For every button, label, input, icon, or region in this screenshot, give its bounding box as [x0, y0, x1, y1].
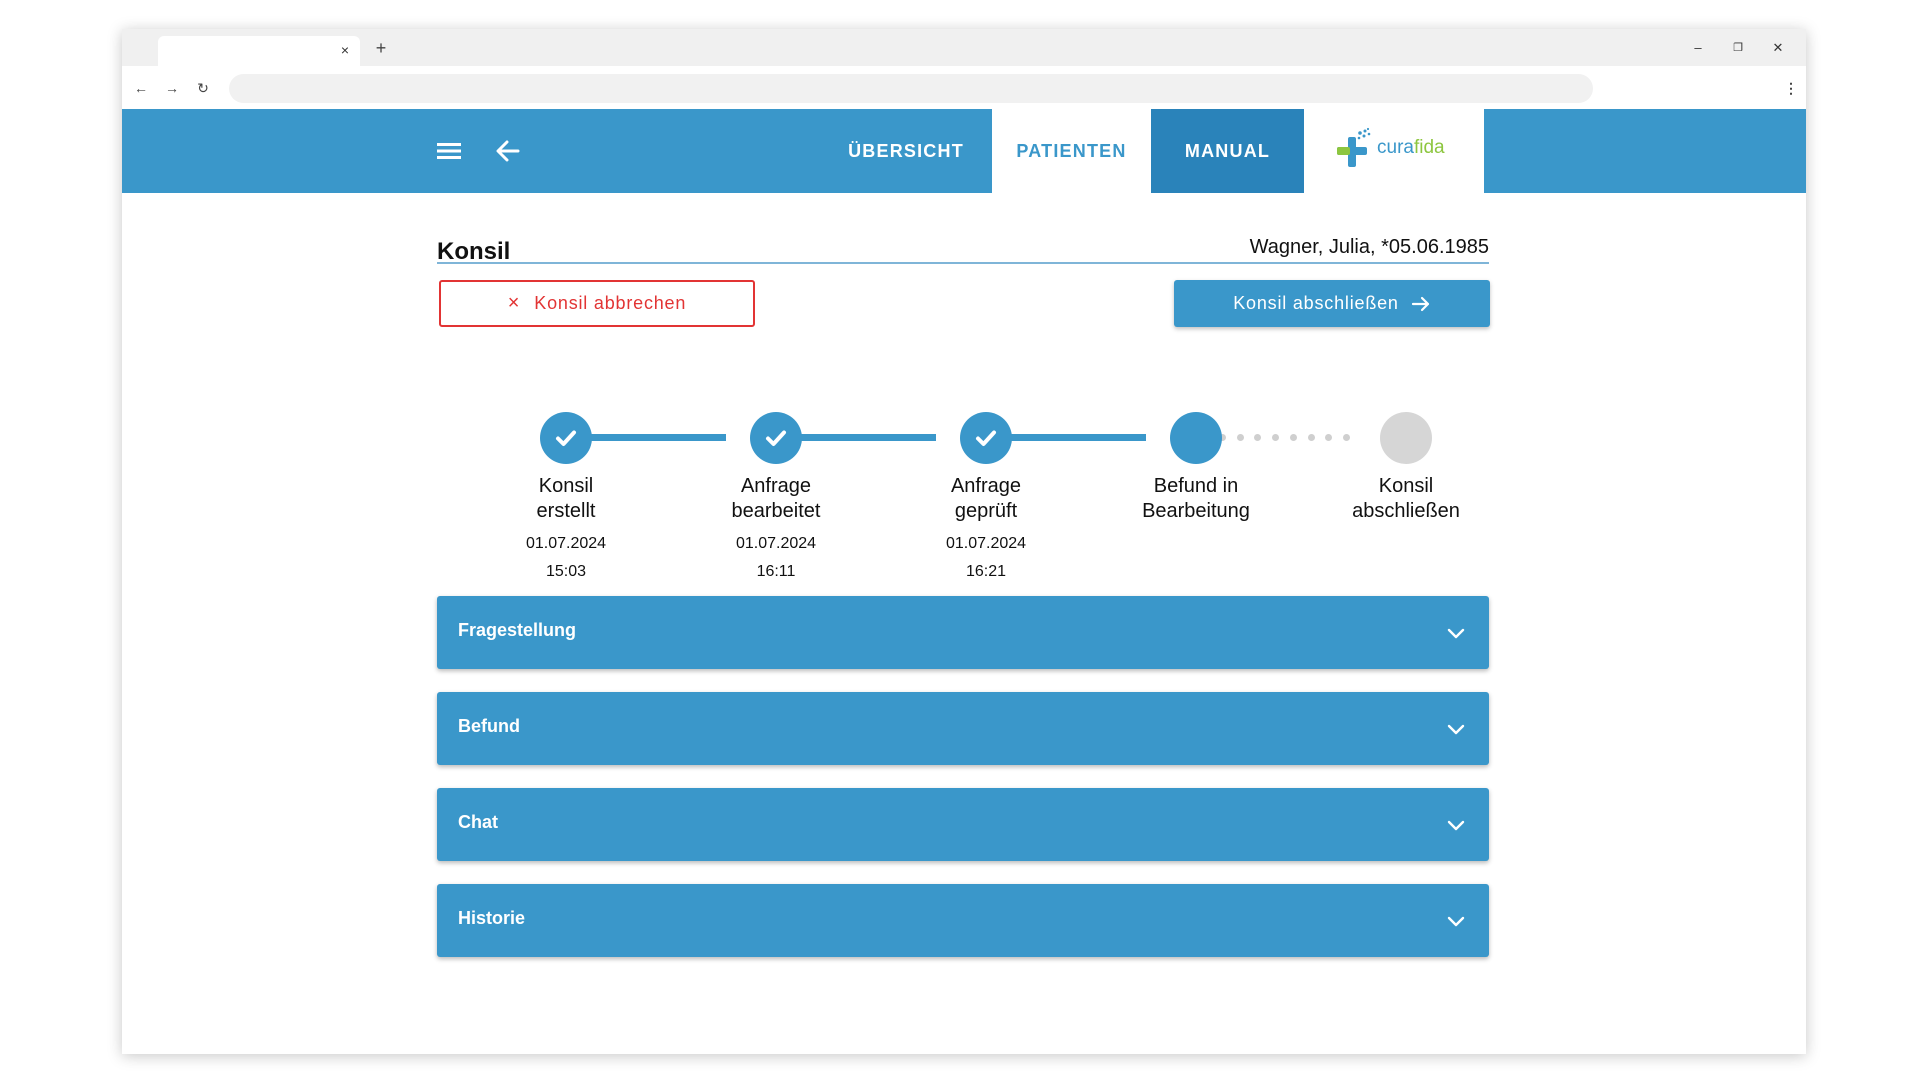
step-date: 01.07.2024: [525, 535, 607, 552]
step-label: Konsil abschließen: [1326, 474, 1486, 524]
cancel-konsil-label: Konsil abbrechen: [534, 293, 687, 313]
step-timestamp: 01.07.2024 15:03: [486, 530, 646, 586]
arrow-right-icon: [1411, 296, 1429, 311]
close-icon: ×: [507, 292, 521, 314]
logo-wordmark: curafida: [1377, 137, 1445, 159]
step-label-line: abschließen: [1352, 500, 1460, 522]
step-circle-pending: [1380, 412, 1432, 464]
panel-title: Historie: [458, 908, 526, 928]
browser-window: × + – ❐ ✕ ← → ↻ ⋮ ÜBERSICHT PATIENTEN MA…: [122, 29, 1806, 1054]
chevron-down-icon: [1447, 724, 1465, 735]
step-label-line: geprüft: [954, 500, 1018, 522]
progress-stepper: Konsil erstellt 01.07.2024 15:03 Anfrage…: [437, 384, 1489, 580]
connector-dot: [1272, 434, 1279, 441]
step-time: 16:21: [965, 563, 1007, 580]
logo-text-cura: cura: [1377, 137, 1414, 158]
reload-icon[interactable]: ↻: [191, 76, 215, 100]
tab-uebersicht[interactable]: ÜBERSICHT: [820, 109, 992, 193]
connector-dot: [1307, 434, 1315, 441]
page-title: Konsil: [437, 238, 511, 265]
hamburger-menu-icon[interactable]: [435, 137, 463, 165]
connector-dot: [1236, 434, 1244, 441]
finish-konsil-label: Konsil abschließen: [1233, 293, 1399, 313]
step-label-line: Befund in: [1153, 475, 1239, 497]
step-label-line: Konsil: [1378, 475, 1434, 497]
step-label: Konsil erstellt: [486, 474, 646, 524]
patient-info: Wagner, Julia, *05.06.1985: [1249, 236, 1489, 258]
logo-text-fida: fida: [1413, 137, 1445, 158]
step-label-line: erstellt: [536, 500, 596, 522]
panel-chat[interactable]: Chat: [437, 788, 1489, 861]
new-tab-icon[interactable]: +: [370, 37, 392, 59]
connector-dot: [1325, 434, 1333, 441]
step-time: 16:11: [756, 563, 796, 580]
address-bar[interactable]: [229, 74, 1593, 103]
logo-cross-icon: [1337, 127, 1371, 167]
cancel-konsil-button[interactable]: × Konsil abbrechen: [439, 280, 755, 327]
tab-patienten[interactable]: PATIENTEN: [992, 109, 1151, 193]
step-circle-current: [1170, 412, 1222, 464]
chevron-down-icon: [1447, 916, 1465, 927]
panel-title: Fragestellung: [458, 620, 577, 640]
browser-tabstrip: × + – ❐ ✕: [122, 29, 1806, 66]
browser-back-icon[interactable]: ←: [129, 76, 153, 100]
step-label-line: Bearbeitung: [1142, 500, 1250, 522]
app-header: ÜBERSICHT PATIENTEN MANUAL curafida: [122, 109, 1806, 193]
check-icon: [976, 430, 996, 446]
curafida-logo: curafida: [1304, 109, 1484, 193]
step-label: Anfrage geprüft: [906, 474, 1066, 524]
step-label-line: Konsil: [538, 475, 594, 497]
step-timestamp: 01.07.2024 16:11: [696, 530, 856, 586]
back-arrow-icon[interactable]: [492, 135, 524, 167]
chevron-down-icon: [1447, 628, 1465, 639]
finish-konsil-button[interactable]: Konsil abschließen: [1174, 280, 1490, 327]
panel-fragestellung[interactable]: Fragestellung: [437, 596, 1489, 669]
step-circle-done: [540, 412, 592, 464]
step-timestamp: 01.07.2024 16:21: [906, 530, 1066, 586]
step-connector-pending: [1201, 434, 1350, 441]
step-label: Befund in Bearbeitung: [1116, 474, 1276, 524]
step-circle-done: [960, 412, 1012, 464]
step-date: 01.07.2024: [945, 535, 1027, 552]
tab-close-icon[interactable]: ×: [336, 41, 354, 59]
panel-befund[interactable]: Befund: [437, 692, 1489, 765]
connector-dot: [1254, 434, 1262, 441]
step-circle-done: [750, 412, 802, 464]
step-label-line: bearbeitet: [731, 500, 821, 522]
step-label-line: Anfrage: [740, 475, 812, 497]
minimize-icon[interactable]: –: [1686, 37, 1710, 59]
check-icon: [766, 430, 786, 446]
connector-dot: [1343, 434, 1350, 441]
window-close-icon[interactable]: ✕: [1766, 37, 1790, 59]
restore-icon[interactable]: ❐: [1726, 37, 1750, 59]
panel-historie[interactable]: Historie: [437, 884, 1489, 957]
tab-manual[interactable]: MANUAL: [1151, 109, 1304, 193]
browser-tab[interactable]: ×: [158, 36, 360, 66]
panel-title: Chat: [458, 812, 498, 832]
step-label: Anfrage bearbeitet: [696, 474, 856, 524]
step-date: 01.07.2024: [735, 535, 817, 552]
step-label-line: Anfrage: [950, 475, 1022, 497]
check-icon: [556, 430, 576, 446]
step-time: 15:03: [545, 563, 587, 580]
browser-menu-icon[interactable]: ⋮: [1782, 76, 1800, 100]
browser-toolbar: ← → ↻ ⋮: [122, 66, 1806, 109]
browser-forward-icon[interactable]: →: [160, 76, 184, 100]
panel-title: Befund: [458, 716, 520, 736]
connector-dot: [1289, 434, 1297, 441]
chevron-down-icon: [1447, 820, 1465, 831]
title-row: Konsil Wagner, Julia, *05.06.1985: [437, 234, 1489, 265]
